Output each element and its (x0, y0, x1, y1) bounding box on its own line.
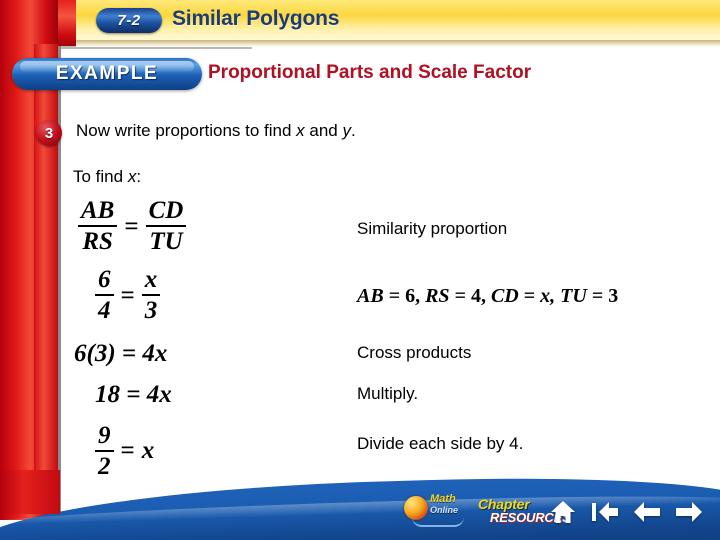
value-ab-number: 6, (405, 285, 426, 307)
step-number-badge: 3 (36, 120, 62, 146)
step-instruction: Now write proportions to find x and y. (76, 121, 356, 141)
navigation-controls (548, 498, 704, 526)
equation-cross-products: 6(3) = 4x (74, 340, 168, 367)
step-variable-y: y (342, 121, 351, 140)
note-given-values: AB = 6, RS = 4, CD = x, TU = 3 (357, 285, 618, 308)
equals-sign: = (120, 437, 135, 464)
value-rs-number: 4, (470, 285, 491, 307)
value-ab-name: AB (357, 285, 384, 307)
math-online-logo[interactable]: Math Online (404, 492, 470, 527)
slide-canvas: 7-2 Similar Polygons EXAMPLE Proportiona… (0, 0, 720, 540)
step-variable-x: x (296, 121, 305, 140)
to-find-suffix: : (136, 167, 142, 186)
value-ab-equals: = (383, 285, 406, 307)
note-multiply: Multiply. (357, 384, 419, 403)
value-tu-equals: = (586, 285, 609, 307)
fraction-denominator: TU (149, 228, 183, 255)
fraction-numerator: 9 (98, 422, 111, 449)
step-text-middle: and (304, 121, 343, 140)
fraction-denominator: 3 (144, 297, 158, 324)
fraction-numerator: x (144, 266, 158, 293)
value-rs-name: RS (425, 285, 450, 307)
equation-substituted-values: 6 4 = x 3 (95, 266, 161, 324)
fraction-numerator: AB (81, 197, 115, 224)
value-tu-name: TU (560, 285, 587, 307)
next-slide-icon[interactable] (674, 498, 704, 526)
example-badge-label: EXAMPLE (55, 63, 159, 84)
example-badge: EXAMPLE (12, 58, 202, 90)
math-online-primary-label: Math (430, 493, 456, 505)
fraction-numerator: 6 (98, 266, 111, 293)
fraction-ab-over-rs: AB RS (78, 197, 118, 255)
value-cd-name: CD (490, 285, 519, 307)
content-area: EXAMPLE Proportional Parts and Scale Fac… (0, 0, 720, 540)
step-text-after: . (350, 121, 356, 140)
fraction-denominator: RS (82, 228, 113, 255)
value-rs-equals: = (449, 285, 471, 307)
fraction-numerator: CD (148, 197, 184, 224)
example-title: Proportional Parts and Scale Factor (208, 62, 532, 83)
value-cd-equals: = (518, 285, 541, 307)
math-online-wordmark: Math Online (430, 494, 458, 516)
note-similarity-proportion: Similarity proportion (357, 219, 508, 238)
value-cd-number: x, (540, 285, 561, 307)
footer-bar: Math Online Chapter RESOURCES (0, 470, 720, 540)
swoosh-icon (412, 517, 464, 527)
step-number-label: 3 (44, 124, 54, 142)
solution-variable: x (141, 437, 155, 464)
math-online-secondary-label: Online (430, 505, 459, 515)
note-divide: Divide each side by 4. (357, 434, 524, 453)
equals-sign: = (124, 213, 139, 240)
home-icon[interactable] (548, 498, 578, 526)
equation-multiplied: 18 = 4x (95, 381, 172, 408)
value-tu-number: 3 (608, 285, 619, 307)
equation-similarity-proportion: AB RS = CD TU (78, 197, 187, 255)
fraction-cd-over-tu: CD TU (145, 197, 187, 255)
previous-slide-icon[interactable] (632, 498, 662, 526)
fraction-denominator: 4 (98, 297, 111, 324)
to-find-label: To find x: (73, 167, 141, 187)
fraction-six-over-four: 6 4 (95, 267, 114, 323)
to-find-prefix: To find (73, 167, 128, 186)
first-slide-icon[interactable] (590, 498, 620, 526)
step-text-before: Now write proportions to find (76, 121, 297, 140)
fraction-x-over-three: x 3 (141, 266, 161, 324)
equals-sign: = (120, 282, 135, 309)
footer-red-edge (0, 470, 60, 514)
note-cross-products: Cross products (357, 343, 472, 362)
